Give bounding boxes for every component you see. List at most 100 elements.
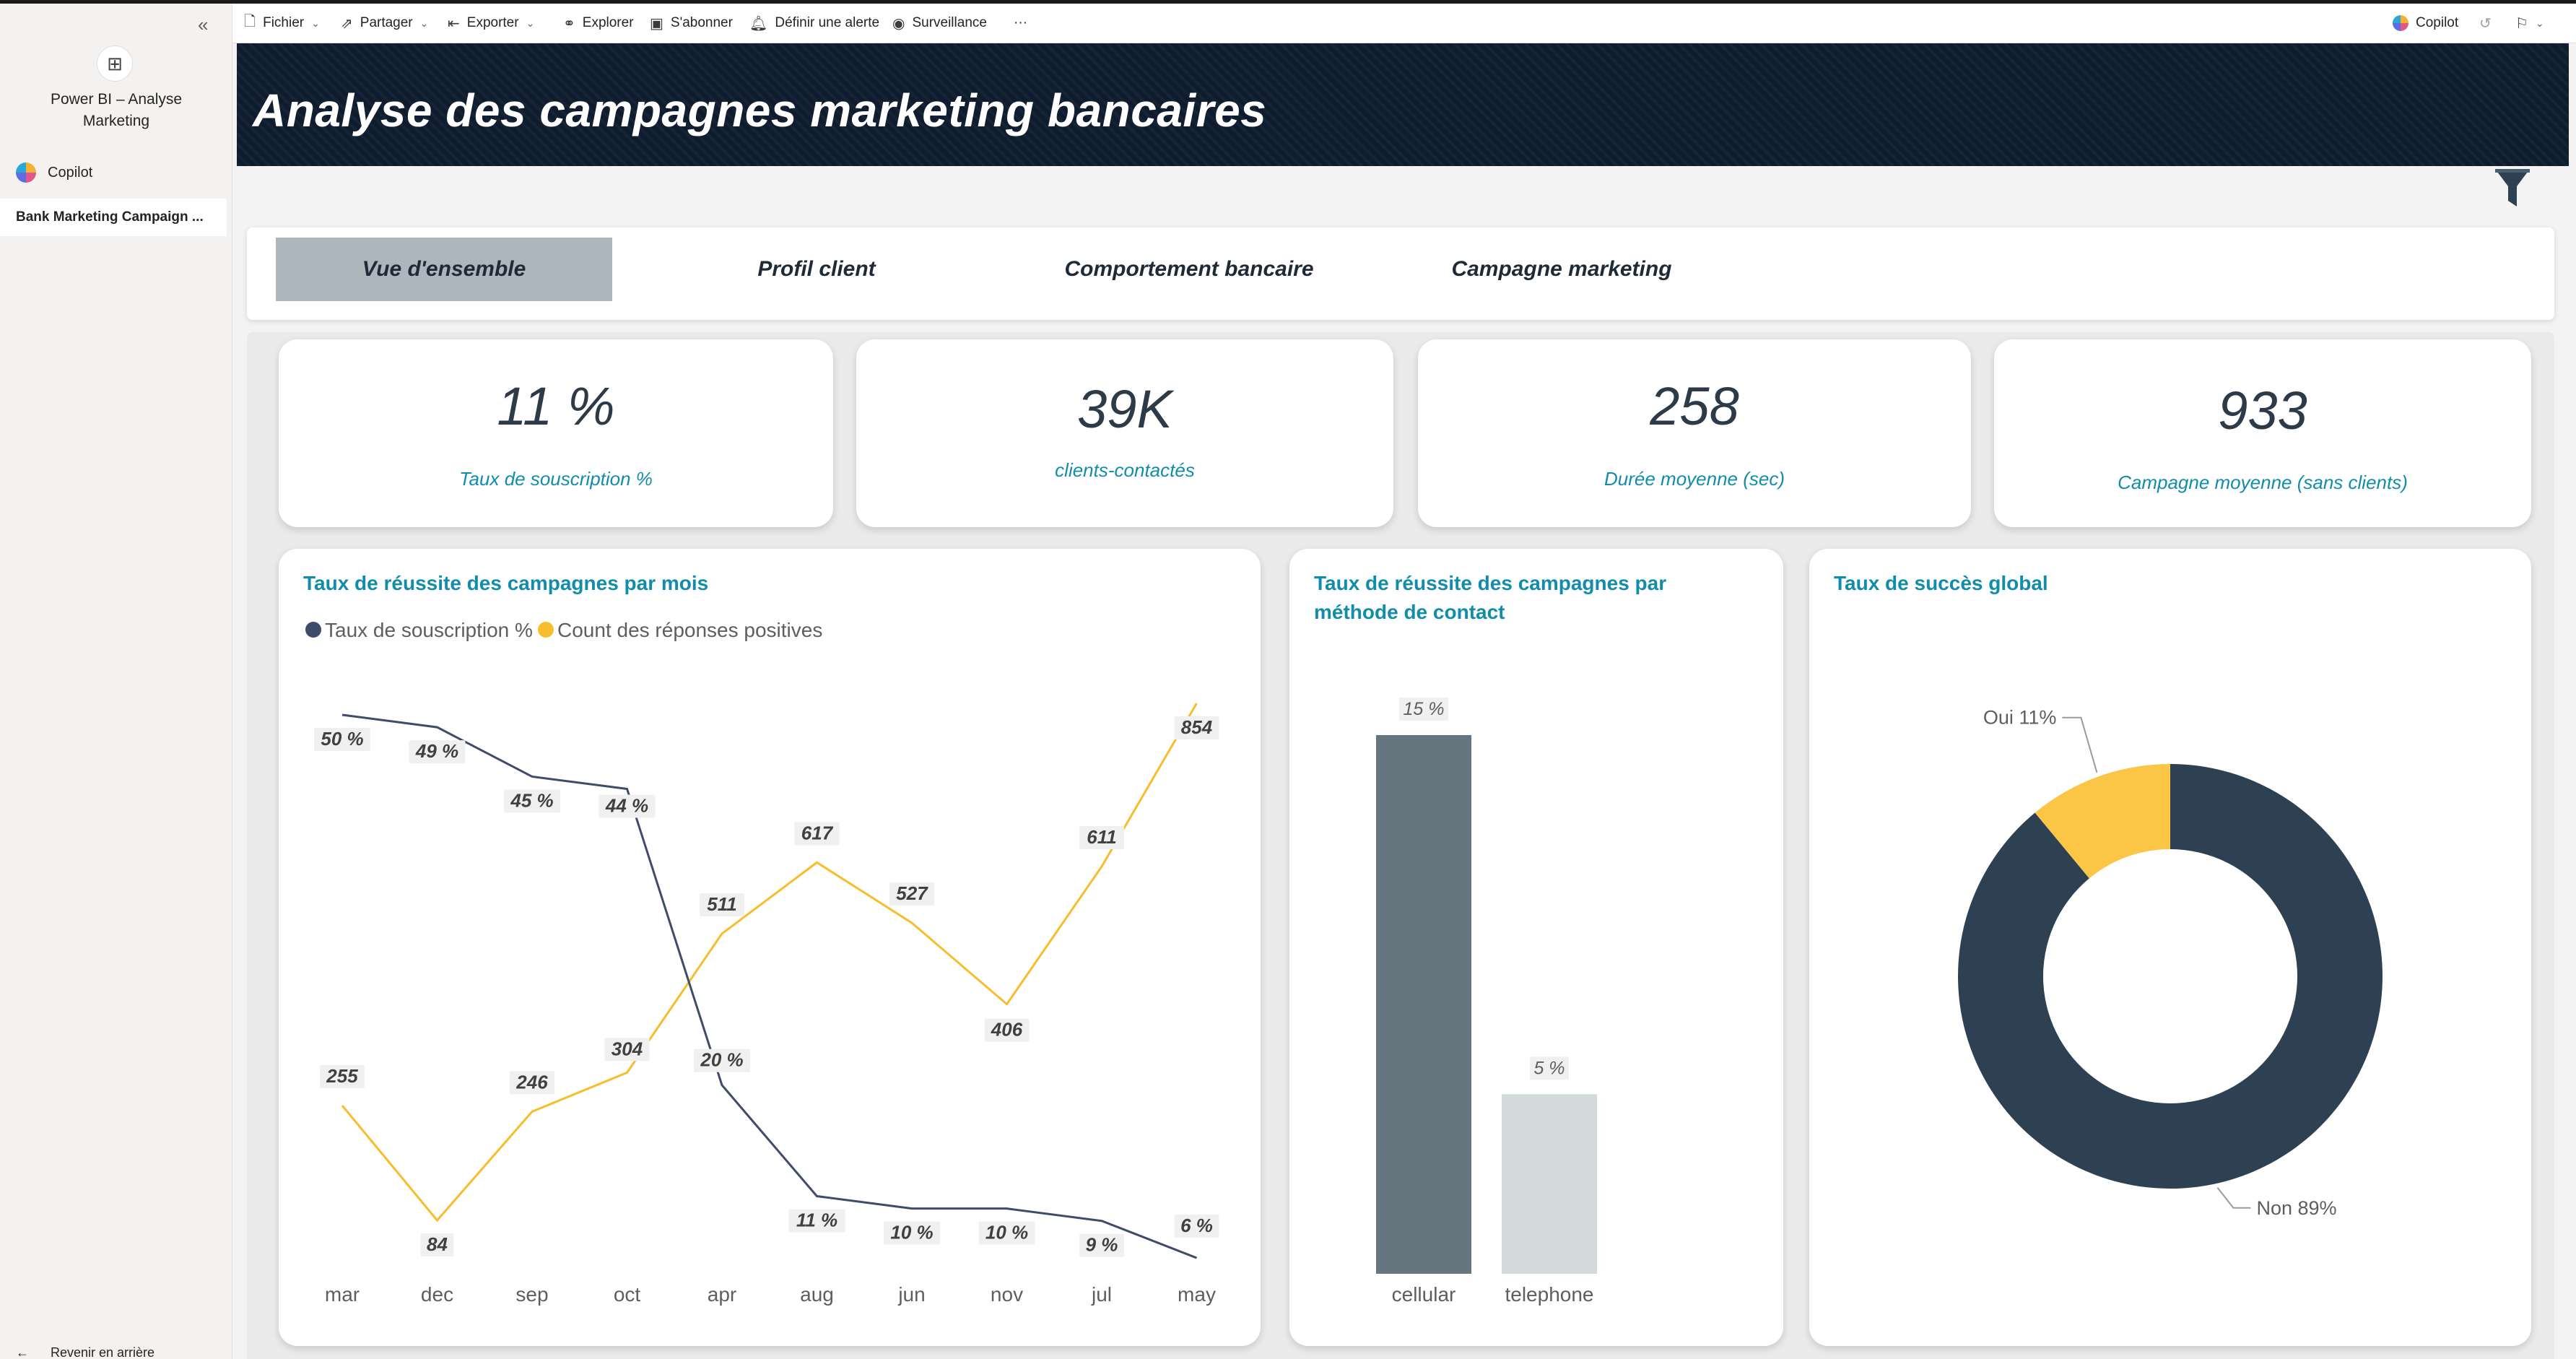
x-tick-label: dec bbox=[421, 1283, 453, 1306]
nav-copilot-label: Copilot bbox=[48, 164, 93, 181]
kpi-value: 39K bbox=[1077, 379, 1172, 439]
data-label-subscription: 45 % bbox=[510, 789, 553, 811]
data-label-subscription: 10 % bbox=[890, 1222, 933, 1243]
slice-label-non: Non 89% bbox=[2256, 1197, 2336, 1219]
explore-label: Explorer bbox=[582, 15, 634, 30]
x-tick-label: apr bbox=[708, 1283, 736, 1306]
data-label-positive-responses: 304 bbox=[612, 1038, 643, 1059]
export-menu-label: Exporter bbox=[466, 15, 519, 30]
line-chart-card[interactable]: Taux de réussite des campagnes par mois … bbox=[279, 549, 1261, 1346]
data-label-positive-responses: 406 bbox=[991, 1019, 1023, 1041]
series-line-positive-responses[interactable] bbox=[341, 703, 1198, 1223]
export-icon: ⇤ bbox=[448, 15, 460, 32]
data-label-subscription: 49 % bbox=[415, 740, 458, 762]
chevron-down-icon: ⌄ bbox=[2535, 17, 2544, 29]
chevron-down-icon: ⌄ bbox=[311, 17, 320, 29]
data-label-positive-responses: 527 bbox=[896, 882, 928, 904]
data-label-positive-responses: 255 bbox=[326, 1065, 358, 1087]
copilot-icon bbox=[16, 162, 36, 183]
kpi-label: Durée moyenne (sec) bbox=[1604, 468, 1785, 490]
x-tick-label: telephone bbox=[1505, 1283, 1593, 1306]
bar-cellular[interactable] bbox=[1376, 735, 1471, 1274]
subscribe-button[interactable]: ▣ S'abonner bbox=[650, 12, 733, 34]
donut-chart-card[interactable]: Taux de succès global Oui 11% Non 89% bbox=[1809, 549, 2531, 1346]
kpi-label: clients-contactés bbox=[1055, 459, 1195, 481]
donut-chart-svg: Oui 11% Non 89% bbox=[1958, 707, 2383, 1219]
legend-label-subscription: Taux de souscription % bbox=[325, 619, 533, 641]
subscribe-icon: ▣ bbox=[650, 15, 663, 32]
report-toolbar: 🗋 Fichier ⌄ ⇗ Partager ⌄ ⇤ Exporter ⌄ ⚭ … bbox=[232, 4, 2576, 43]
series-line-subscription-rate[interactable] bbox=[341, 713, 1198, 1259]
back-label: Revenir en arrière bbox=[51, 1345, 155, 1359]
x-tick-label: sep bbox=[515, 1283, 548, 1306]
x-tick-label: aug bbox=[800, 1283, 834, 1306]
data-label-subscription: 50 % bbox=[321, 728, 363, 750]
share-icon: ⇗ bbox=[341, 15, 353, 32]
kpi-value: 933 bbox=[2218, 381, 2307, 440]
collapse-pane-icon[interactable]: « bbox=[198, 14, 208, 36]
tab-vue-ensemble[interactable]: Vue d'ensemble bbox=[276, 238, 612, 301]
monitor-button[interactable]: ◉ Surveillance bbox=[892, 12, 987, 34]
line-chart-legend[interactable]: Taux de souscription % Count des réponse… bbox=[305, 619, 822, 641]
nav-report-item[interactable]: Bank Marketing Campaign ... bbox=[0, 199, 227, 236]
kpi-value: 11 % bbox=[497, 376, 615, 436]
file-icon: 🗋 bbox=[244, 14, 256, 30]
copilot-icon bbox=[2393, 15, 2409, 31]
set-alert-label: Définir une alerte bbox=[775, 15, 880, 30]
more-options-button[interactable]: ··· bbox=[1014, 12, 1027, 34]
x-tick-label: jul bbox=[1091, 1283, 1112, 1306]
share-menu-label: Partager bbox=[360, 15, 413, 30]
kpi-card-clients-contacted[interactable]: 39K clients-contactés bbox=[856, 339, 1393, 527]
line-chart-svg: Taux de souscription % Count des réponse… bbox=[305, 619, 1219, 1306]
left-navigation-pane: « ⊞ Power BI – Analyse Marketing Copilot… bbox=[0, 4, 232, 1359]
legend-label-positive-responses: Count des réponses positives bbox=[557, 619, 822, 641]
subscribe-label: S'abonner bbox=[670, 15, 733, 30]
x-tick-label: nov bbox=[991, 1283, 1023, 1306]
x-tick-label: cellular bbox=[1392, 1283, 1456, 1306]
filter-icon[interactable] bbox=[2491, 166, 2534, 211]
reset-icon: ↺ bbox=[2479, 15, 2492, 32]
file-menu-button[interactable]: 🗋 Fichier ⌄ bbox=[244, 12, 320, 34]
reset-button[interactable]: ↺ bbox=[2479, 12, 2492, 34]
toolbar-copilot-button[interactable]: Copilot bbox=[2393, 12, 2458, 34]
report-title: Analyse des campagnes marketing bancaire… bbox=[253, 84, 1267, 136]
app-title: Power BI – Analyse Marketing bbox=[50, 91, 183, 129]
kpi-card-average-duration[interactable]: 258 Durée moyenne (sec) bbox=[1418, 339, 1971, 527]
share-menu-button[interactable]: ⇗ Partager ⌄ bbox=[341, 12, 428, 34]
data-label-subscription: 20 % bbox=[700, 1049, 743, 1071]
legend-marker-yellow bbox=[538, 622, 554, 638]
bar-chart-card[interactable]: Taux de réussite des campagnes par métho… bbox=[1289, 549, 1783, 1346]
data-label-subscription: 11 % bbox=[796, 1210, 837, 1231]
tab-comportement-bancaire[interactable]: Comportement bancaire bbox=[1021, 238, 1357, 301]
kpi-card-subscription-rate[interactable]: 11 % Taux de souscription % bbox=[279, 339, 833, 527]
data-label-positive-responses: 617 bbox=[801, 822, 834, 843]
power-bi-window: « ⊞ Power BI – Analyse Marketing Copilot… bbox=[0, 0, 2576, 1359]
arrow-left-icon: ← bbox=[16, 1345, 29, 1359]
nav-copilot[interactable]: Copilot bbox=[16, 160, 92, 186]
data-label-positive-responses: 246 bbox=[515, 1071, 548, 1093]
kpi-label: Taux de souscription % bbox=[459, 468, 653, 490]
app-icon: ⊞ bbox=[97, 45, 133, 82]
kpi-label: Campagne moyenne (sans clients) bbox=[2118, 472, 2408, 493]
x-tick-label: may bbox=[1178, 1283, 1216, 1306]
bar-telephone[interactable] bbox=[1502, 1094, 1597, 1274]
set-alert-button[interactable]: 🔔︎ Définir une alerte bbox=[749, 12, 879, 34]
export-menu-button[interactable]: ⇤ Exporter ⌄ bbox=[448, 12, 534, 34]
line-chart-origin bbox=[314, 1134, 316, 1136]
x-tick-label: mar bbox=[325, 1283, 360, 1306]
chevron-down-icon: ⌄ bbox=[419, 17, 429, 29]
bookmark-button[interactable]: ⚐ ⌄ bbox=[2515, 12, 2544, 34]
monitor-icon: ◉ bbox=[892, 15, 905, 32]
more-options-label: ··· bbox=[1014, 15, 1027, 30]
page-navigator: Vue d'ensemble Profil client Comportemen… bbox=[247, 227, 2554, 320]
chevron-down-icon: ⌄ bbox=[526, 17, 535, 29]
explore-icon: ⚭ bbox=[563, 15, 575, 32]
report-canvas: Analyse des campagnes marketing bancaire… bbox=[232, 43, 2576, 1359]
tab-campagne-marketing[interactable]: Campagne marketing bbox=[1393, 238, 1730, 301]
back-button[interactable]: ← Revenir en arrière bbox=[16, 1345, 155, 1359]
tab-profil-client[interactable]: Profil client bbox=[648, 238, 985, 301]
bar-value-label: 15 % bbox=[1404, 699, 1445, 719]
explore-button[interactable]: ⚭ Explorer bbox=[563, 12, 634, 34]
kpi-card-average-campaign[interactable]: 933 Campagne moyenne (sans clients) bbox=[1994, 339, 2531, 527]
nav-report-label: Bank Marketing Campaign ... bbox=[16, 209, 204, 225]
